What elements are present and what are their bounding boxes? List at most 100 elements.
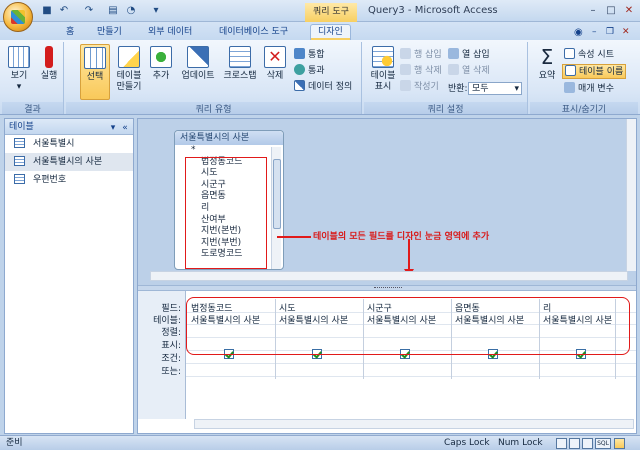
insert-cols-button[interactable]: 열 삽입 — [448, 48, 490, 62]
tab-database-tools[interactable]: 데이터베이스 도구 — [219, 25, 288, 40]
table-pane-hscrollbar[interactable] — [150, 271, 628, 281]
grid-hscrollbar[interactable] — [194, 419, 634, 429]
help-icon-ribbon[interactable]: ◉ — [574, 25, 583, 40]
append-plus-icon — [150, 46, 172, 68]
sigma-icon: Σ — [540, 45, 554, 69]
append-button[interactable]: 추가 — [146, 46, 176, 82]
nav-item[interactable]: 서울특별시의 사본 — [5, 153, 133, 171]
context-tab-label: 쿼리 도구 — [305, 3, 357, 22]
crosstab-icon — [229, 46, 251, 68]
builder-button[interactable]: 작성기 — [400, 80, 439, 94]
totals-button[interactable]: Σ 요약 — [532, 46, 562, 82]
make-table-icon — [118, 46, 140, 68]
shutter-bar-icon[interactable]: « — [119, 120, 131, 136]
row-label: 표시: — [161, 341, 181, 351]
tab-external-data[interactable]: 외부 데이터 — [148, 25, 192, 40]
table-names-icon — [565, 65, 576, 76]
status-text: 준비 — [6, 438, 23, 448]
table-icon — [14, 138, 25, 148]
grid-row-headers: 필드: 테이블: 정렬: 표시: 조건: 또는: — [138, 291, 186, 419]
window-title: Query3 - Microsoft Access — [368, 5, 498, 16]
pivottable-view-icon[interactable] — [569, 438, 580, 449]
nav-item[interactable]: 서울특별시 — [5, 135, 133, 153]
sql-view-button[interactable]: SQL — [595, 438, 611, 449]
return-label: 반환: — [448, 84, 468, 94]
tab-create[interactable]: 만들기 — [97, 25, 122, 40]
parameters-button[interactable]: 매개 변수 — [564, 82, 614, 96]
query-design-window: 서울특별시의 사본 * 법정동코드 시도 시군구 읍면동 리 산여부 지번(본번… — [137, 118, 637, 434]
return-values-select[interactable]: 모두 ▾ — [468, 82, 522, 95]
annotation-text: 테이블의 모든 필드를 디자인 눈금 영역에 추가 — [313, 232, 490, 242]
tab-home[interactable]: 홈 — [66, 25, 74, 40]
crosstab-button[interactable]: 크로스탭 — [220, 46, 260, 82]
insert-rows-button[interactable]: 행 삽입 — [400, 48, 442, 62]
field-list-scrollbar[interactable] — [271, 147, 281, 269]
group-query-type: 선택 테이블 만들기 추가 업데이트 크로스탭 ✕ 삭제 통합 통과 데이터 정… — [66, 42, 362, 115]
grid-highlight-box — [186, 297, 630, 355]
row-label: 정렬: — [161, 328, 181, 338]
passthrough-button[interactable]: 통과 — [294, 64, 325, 78]
show-table-button[interactable]: 테이블 표시 — [368, 46, 398, 93]
redo-icon[interactable]: ↷ — [82, 4, 96, 18]
delete-query-button[interactable]: ✕ 삭제 — [260, 46, 290, 82]
property-sheet-icon — [564, 48, 575, 59]
builder-wand-icon — [400, 80, 411, 91]
show-table-icon — [372, 46, 394, 68]
ribbon: 보기 ▾ 실행 결과 선택 테이블 만들기 추가 업데이트 크로스탭 ✕ 삭제 … — [0, 40, 640, 115]
customize-qat-icon[interactable]: ▾ — [149, 4, 163, 18]
delete-cols-button[interactable]: 열 삭제 — [448, 64, 490, 78]
group-show-hide: Σ 요약 속성 시트 테이블 이름 매개 변수 표시/숨기기 — [530, 42, 638, 115]
data-definition-button[interactable]: 데이터 정의 — [294, 80, 352, 94]
run-button[interactable]: 실행 — [34, 46, 64, 82]
nav-pane-header[interactable]: 테이블 ▾ « — [5, 119, 133, 135]
property-sheet-button[interactable]: 속성 시트 — [564, 48, 614, 62]
group-results: 보기 ▾ 실행 결과 — [2, 42, 64, 115]
undo-icon[interactable]: ↶ — [57, 4, 71, 18]
nav-item[interactable]: 우편번호 — [5, 171, 133, 189]
help-icon[interactable]: ◔ — [124, 4, 138, 18]
group-query-setup: 테이블 표시 행 삽입 행 삭제 작성기 열 삽입 열 삭제 반환: 모두 ▾ 쿼… — [364, 42, 528, 115]
scroll-thumb[interactable] — [273, 159, 281, 229]
doc-close-icon[interactable]: ✕ — [622, 25, 630, 40]
ribbon-restore-icon[interactable]: ❐ — [606, 25, 614, 40]
view-button[interactable]: 보기 ▾ — [4, 46, 34, 93]
delete-rows-button[interactable]: 행 삭제 — [400, 64, 442, 78]
annotation-highlight-box — [185, 157, 267, 269]
annotation-line — [277, 236, 311, 238]
datasheet-view-icon[interactable] — [556, 438, 567, 449]
table-pane-vscrollbar[interactable] — [626, 119, 636, 271]
print-preview-icon[interactable]: ▤ — [106, 4, 120, 18]
status-bar: 준비 Caps Lock Num Lock SQL — [0, 435, 640, 450]
maximize-icon[interactable]: □ — [602, 3, 620, 18]
pivotchart-view-icon[interactable] — [582, 438, 593, 449]
table-icon — [14, 156, 25, 166]
delete-x-icon: ✕ — [264, 46, 286, 68]
minimize-icon[interactable]: – — [584, 3, 602, 18]
row-label: 또는: — [161, 367, 181, 377]
design-grid: 필드: 테이블: 정렬: 표시: 조건: 또는: 법정동코드 서울특별시의 사본… — [138, 291, 636, 433]
datasheet-view-icon — [8, 46, 30, 68]
union-icon — [294, 48, 305, 59]
chevron-down-icon: ▾ — [514, 84, 519, 94]
navigation-pane: 테이블 ▾ « 서울특별시 서울특별시의 사본 우편번호 — [4, 118, 134, 434]
splitter-grip[interactable] — [374, 287, 402, 289]
table-pane: 서울특별시의 사본 * 법정동코드 시도 시군구 읍면동 리 산여부 지번(본번… — [138, 119, 636, 285]
design-view-icon[interactable] — [614, 438, 625, 449]
update-button[interactable]: 업데이트 — [178, 46, 218, 82]
field-list-star[interactable]: * — [175, 145, 283, 157]
make-table-button[interactable]: 테이블 만들기 — [114, 46, 144, 93]
close-icon[interactable]: ✕ — [620, 3, 638, 18]
exclamation-icon — [45, 46, 53, 68]
union-button[interactable]: 통합 — [294, 48, 325, 62]
tab-design[interactable]: 디자인 — [310, 24, 351, 40]
table-names-toggle[interactable]: 테이블 이름 — [562, 64, 627, 79]
nav-menu-chevron-icon[interactable]: ▾ — [107, 120, 119, 136]
office-button[interactable] — [3, 2, 33, 32]
office-logo-icon — [11, 10, 25, 24]
title-bar: ■ ↶ ↷ ▤ ◔ ▾ 쿼리 도구 Query3 - Microsoft Acc… — [0, 0, 640, 22]
save-icon[interactable]: ■ — [40, 4, 54, 18]
field-list-window[interactable]: 서울특별시의 사본 * 법정동코드 시도 시군구 읍면동 리 산여부 지번(본번… — [174, 130, 284, 270]
select-query-button[interactable]: 선택 — [80, 44, 110, 100]
field-list-title[interactable]: 서울특별시의 사본 — [175, 131, 283, 145]
ribbon-minimize-icon[interactable]: – — [592, 25, 597, 40]
